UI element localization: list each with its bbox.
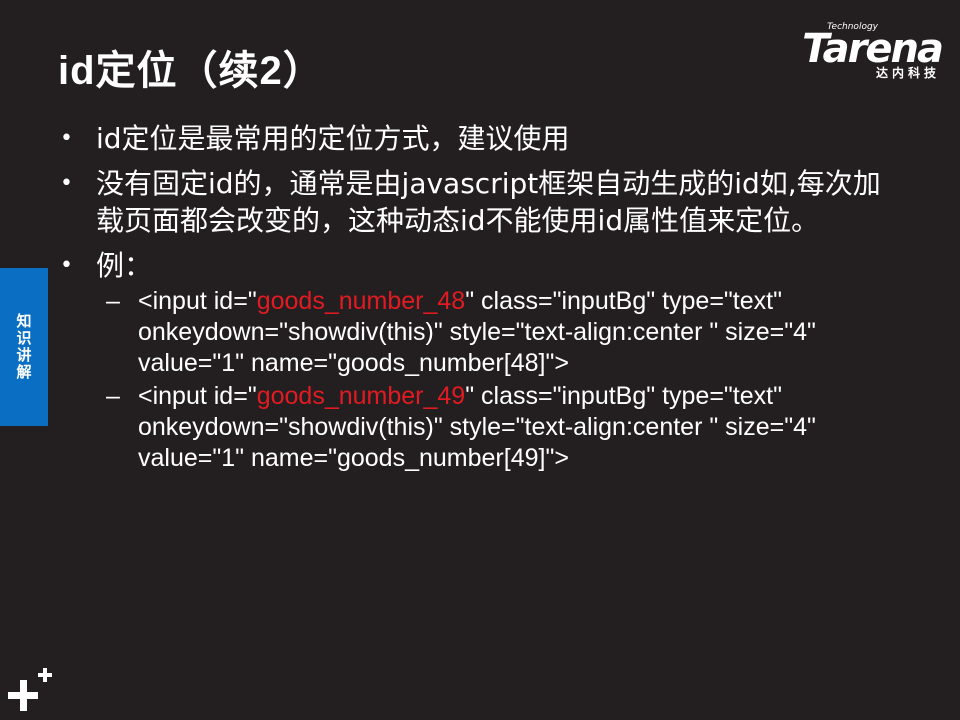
plus-icon	[8, 668, 52, 711]
bullet-mark: •	[60, 253, 73, 278]
side-tab-label: 知识讲解	[14, 313, 33, 381]
dash-mark: –	[106, 287, 120, 315]
logo-chinese: 达内科技	[875, 66, 940, 80]
code-example: – <input id="goods_number_48" class="inp…	[58, 286, 838, 379]
bullet-text: 没有固定id的，通常是由javascript框架自动生成的id如,每次加载页面都…	[96, 167, 881, 237]
tarena-logo: Technology Tarena 达内科技	[772, 22, 944, 84]
dash-mark: –	[106, 382, 120, 410]
code-example: – <input id="goods_number_49" class="inp…	[58, 381, 838, 474]
bullet-item: • 例：	[58, 247, 918, 284]
code-highlight-id: goods_number_48	[256, 287, 466, 315]
slide-content: • id定位是最常用的定位方式，建议使用 • 没有固定id的，通常是由javas…	[58, 120, 918, 474]
bullet-mark: •	[60, 171, 73, 196]
side-tab: 知识讲解	[0, 268, 48, 426]
code-highlight-id: goods_number_49	[256, 382, 466, 410]
code-before: <input id="	[138, 287, 257, 315]
bullet-item: • 没有固定id的，通常是由javascript框架自动生成的id如,每次加载页…	[58, 165, 896, 239]
bullet-mark: •	[60, 126, 73, 151]
code-before: <input id="	[138, 382, 257, 410]
bullet-text: id定位是最常用的定位方式，建议使用	[96, 122, 570, 155]
bullet-item: • id定位是最常用的定位方式，建议使用	[58, 120, 918, 157]
bullet-text: 例：	[96, 249, 153, 282]
slide-title: id定位（续2）	[58, 49, 324, 93]
